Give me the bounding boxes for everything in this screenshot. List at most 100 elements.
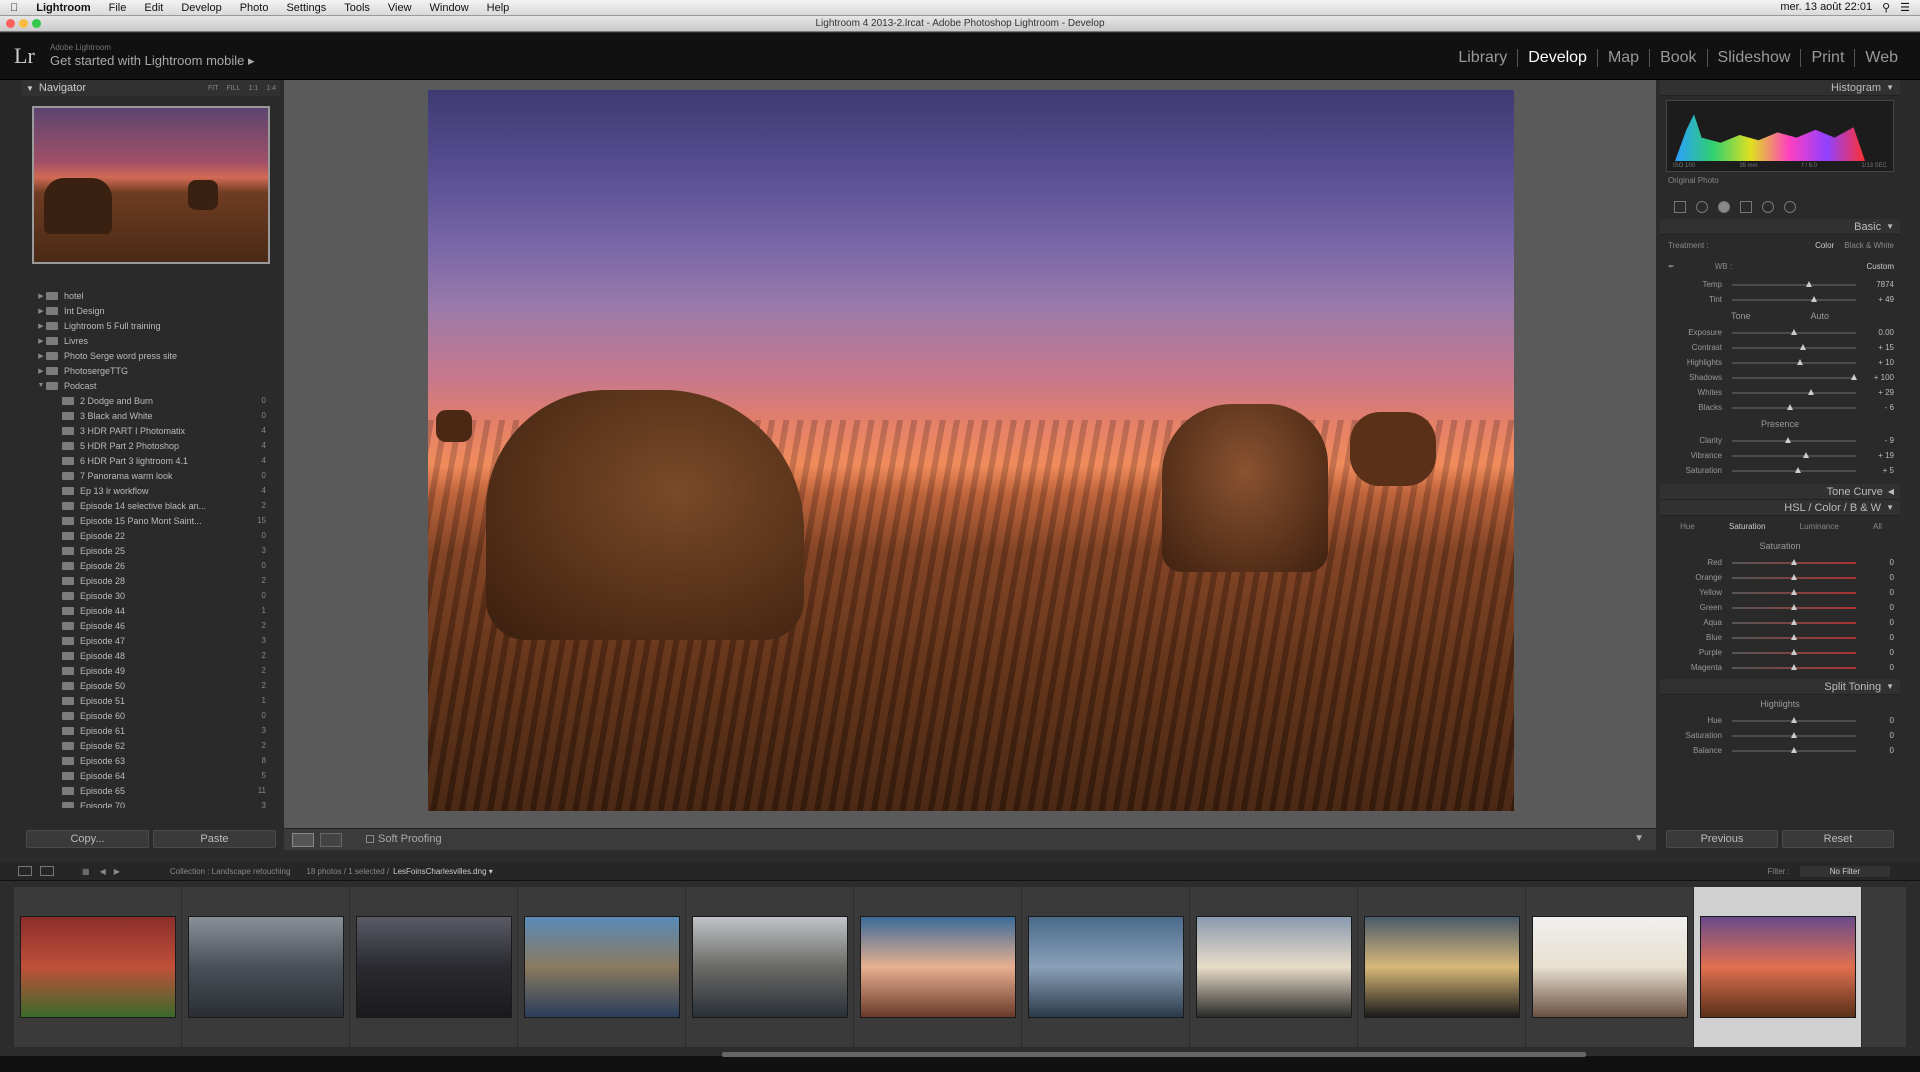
filmstrip-cell[interactable] [1190, 887, 1358, 1047]
module-web[interactable]: Web [1855, 49, 1908, 67]
filmstrip-cell[interactable] [854, 887, 1022, 1047]
loupe-view-icon[interactable] [292, 833, 314, 847]
collection-item[interactable]: Episode 50 2 [22, 678, 280, 693]
slider-knob[interactable] [1791, 618, 1797, 625]
slider-track[interactable] [1732, 573, 1856, 580]
collection-item[interactable]: Episode 60 0 [22, 708, 280, 723]
zoom-option[interactable]: FIT [208, 85, 219, 92]
spot-removal-icon[interactable] [1696, 201, 1708, 213]
crop-tool-icon[interactable] [1674, 201, 1686, 213]
basic-header[interactable]: Basic ▼ [1660, 219, 1900, 235]
collection-item[interactable]: Episode 14 selective black an... 2 [22, 498, 280, 513]
slider-knob[interactable] [1784, 436, 1791, 443]
slider-value[interactable]: + 10 [1860, 358, 1894, 367]
slider-knob[interactable] [1810, 295, 1817, 302]
hsl-tab-hue[interactable]: Hue [1680, 522, 1695, 531]
slider-value[interactable]: 0 [1860, 648, 1894, 657]
filename-dropdown[interactable]: LesFoinsCharlesvilles.dng ▾ [393, 867, 493, 876]
collection-item[interactable]: Episode 48 2 [22, 648, 280, 663]
close-window-icon[interactable] [6, 19, 15, 28]
collection-item[interactable]: 2 Dodge and Burn 0 [22, 393, 280, 408]
slider-whites[interactable]: Whites + 29 [1660, 385, 1900, 400]
module-library[interactable]: Library [1448, 49, 1519, 67]
eyedropper-icon[interactable]: ✒ [1668, 262, 1675, 271]
filmstrip-thumbnail[interactable] [1531, 916, 1688, 1018]
filmstrip-thumbnail[interactable] [1699, 916, 1856, 1018]
treatment-bw-option[interactable]: Black & White [1844, 241, 1894, 250]
slider-purple[interactable]: Purple 0 [1660, 645, 1900, 660]
disclosure-triangle-icon[interactable]: ▼ [36, 382, 46, 389]
back-arrow-icon[interactable]: ◀ [100, 867, 106, 876]
slider-knob[interactable] [1791, 663, 1797, 670]
slider-green[interactable]: Green 0 [1660, 600, 1900, 615]
slider-blue[interactable]: Blue 0 [1660, 630, 1900, 645]
collection-item[interactable]: ▶ Livres [22, 333, 280, 348]
collection-item[interactable]: 5 HDR Part 2 Photoshop 4 [22, 438, 280, 453]
module-slideshow[interactable]: Slideshow [1708, 49, 1802, 67]
collection-item[interactable]: Episode 25 3 [22, 543, 280, 558]
collection-item[interactable]: Episode 61 3 [22, 723, 280, 738]
slider-knob[interactable] [1791, 573, 1797, 580]
module-print[interactable]: Print [1801, 49, 1856, 67]
collection-item[interactable]: Episode 49 2 [22, 663, 280, 678]
collection-item[interactable]: Episode 30 0 [22, 588, 280, 603]
slider-value[interactable]: 0 [1860, 731, 1894, 740]
lightroom-mobile-prompt[interactable]: Get started with Lightroom mobile ▸ [50, 53, 255, 69]
slider-track[interactable] [1732, 280, 1856, 287]
zoom-option[interactable]: FILL [227, 85, 241, 92]
grid-icon[interactable]: ▦ [82, 867, 90, 876]
radial-filter-icon[interactable] [1762, 201, 1774, 213]
slider-value[interactable]: + 15 [1860, 343, 1894, 352]
reset-button[interactable]: Reset [1782, 830, 1894, 848]
collection-item[interactable]: Episode 22 0 [22, 528, 280, 543]
main-photo[interactable] [428, 90, 1514, 811]
menu-view[interactable]: View [388, 2, 412, 14]
slider-knob[interactable] [1794, 466, 1801, 473]
slider-value[interactable]: 0 [1860, 588, 1894, 597]
slider-knob[interactable] [1797, 358, 1804, 365]
collection-item[interactable]: Episode 47 3 [22, 633, 280, 648]
red-eye-icon[interactable] [1718, 201, 1730, 213]
disclosure-triangle-icon[interactable]: ▶ [36, 292, 46, 300]
slider-temp[interactable]: Temp 7874 [1660, 277, 1900, 292]
menu-develop[interactable]: Develop [181, 2, 221, 14]
slider-knob[interactable] [1808, 388, 1815, 395]
collection-item[interactable]: ▶ Photo Serge word press site [22, 348, 280, 363]
slider-track[interactable] [1732, 295, 1856, 302]
filmstrip-thumbnail[interactable] [691, 916, 848, 1018]
slider-value[interactable]: 0 [1860, 663, 1894, 672]
filmstrip-cell[interactable] [182, 887, 350, 1047]
collection-item[interactable]: Episode 63 8 [22, 753, 280, 768]
collection-source[interactable]: Collection : Landscape retouching [170, 867, 291, 876]
collection-item[interactable]: Episode 65 11 [22, 783, 280, 798]
soft-proofing-checkbox[interactable] [366, 835, 374, 843]
graduated-filter-icon[interactable] [1740, 201, 1752, 213]
slider-hue[interactable]: Hue 0 [1660, 713, 1900, 728]
slider-track[interactable] [1732, 328, 1856, 335]
collection-item[interactable]: Ep 13 lr workflow 4 [22, 483, 280, 498]
filmstrip-thumbnail[interactable] [523, 916, 680, 1018]
slider-value[interactable]: 0 [1860, 633, 1894, 642]
hsl-tab-luminance[interactable]: Luminance [1800, 522, 1839, 531]
filmstrip-scrollbar[interactable] [722, 1052, 1586, 1057]
slider-value[interactable]: - 6 [1860, 403, 1894, 412]
slider-track[interactable] [1732, 436, 1856, 443]
collection-item[interactable]: 3 Black and White 0 [22, 408, 280, 423]
slider-knob[interactable] [1791, 716, 1797, 723]
slider-highlights[interactable]: Highlights + 10 [1660, 355, 1900, 370]
slider-knob[interactable] [1791, 558, 1797, 565]
tone-auto-button[interactable]: Auto [1811, 311, 1830, 321]
slider-track[interactable] [1732, 466, 1856, 473]
collection-item[interactable]: ▼ Podcast [22, 378, 280, 393]
notification-icon[interactable]: ☰ [1900, 1, 1910, 14]
collection-item[interactable]: 7 Panorama warm look 0 [22, 468, 280, 483]
tone-curve-header[interactable]: Tone Curve ◀ [1660, 484, 1900, 500]
slider-value[interactable]: 0 [1860, 716, 1894, 725]
slider-track[interactable] [1732, 633, 1856, 640]
filmstrip-thumbnail[interactable] [19, 916, 176, 1018]
previous-button[interactable]: Previous [1666, 830, 1778, 848]
before-after-view-icon[interactable] [320, 833, 342, 847]
hsl-header[interactable]: HSL / Color / B & W ▼ [1660, 500, 1900, 516]
forward-arrow-icon[interactable]: ▶ [114, 867, 120, 876]
disclosure-triangle-icon[interactable]: ▶ [36, 307, 46, 315]
